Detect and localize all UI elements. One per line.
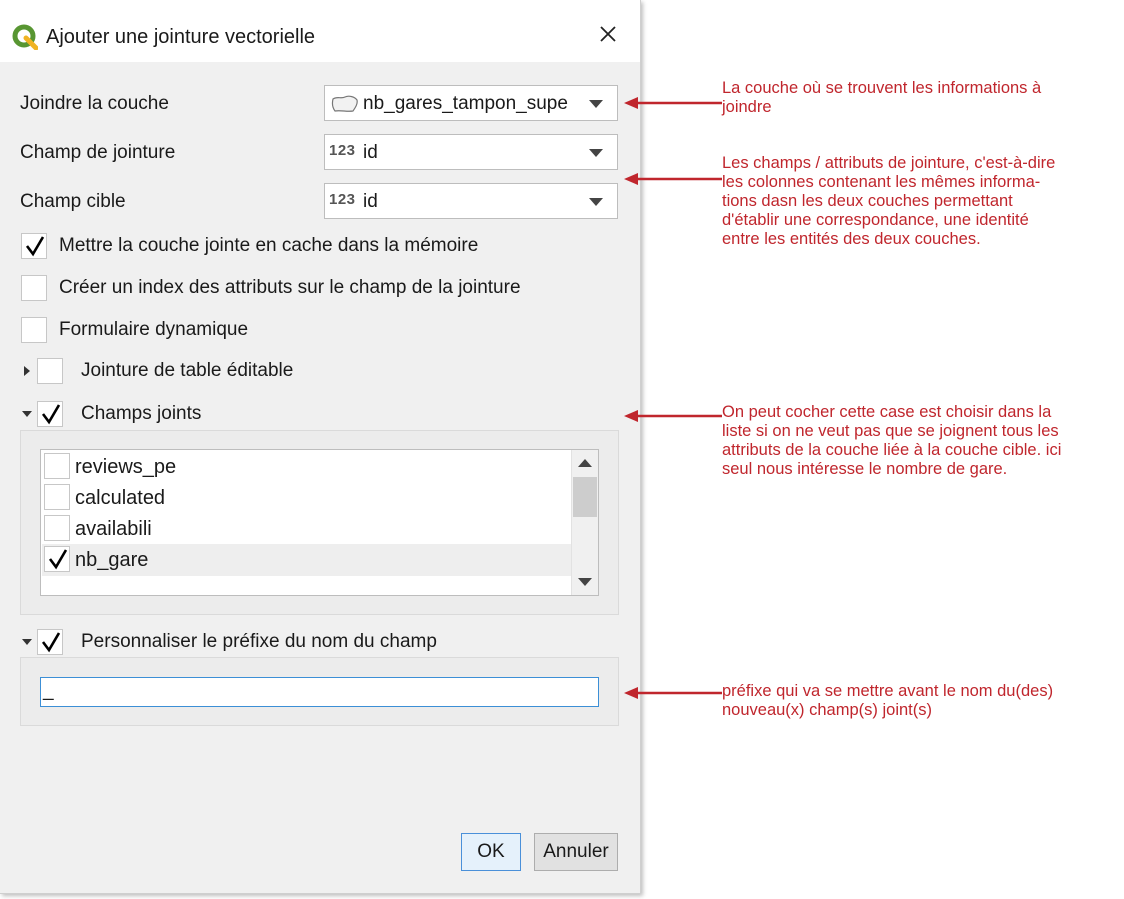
collapse-arrow-icon[interactable] — [22, 411, 32, 417]
list-item[interactable]: nb_gare — [42, 544, 572, 576]
custom-prefix-checkbox[interactable] — [37, 629, 63, 655]
fields-list[interactable]: reviews_pe calculated availabili nb_gare — [40, 449, 599, 596]
dynamic-form-checkbox[interactable] — [21, 317, 47, 343]
checkmark-icon — [25, 236, 45, 257]
qgis-icon — [12, 24, 38, 50]
index-label: Créer un index des attributs sur le cham… — [59, 277, 521, 298]
joined-fields-label: Champs joints — [81, 403, 202, 424]
list-item[interactable]: calculated — [42, 482, 572, 514]
join-field-value: id — [363, 142, 378, 163]
dynamic-form-label: Formulaire dynamique — [59, 319, 249, 340]
field-name: reviews_pe — [75, 456, 177, 478]
field-name: calculated — [75, 487, 166, 509]
field-name: availabili — [75, 518, 152, 540]
annotation-arrow — [624, 687, 722, 699]
annotation-joined: On peut cocher cette case est choisir da… — [722, 403, 1062, 478]
target-field-combo[interactable]: 123 id — [324, 183, 618, 219]
field-checkbox[interactable] — [44, 546, 70, 572]
join-layer-combo[interactable]: nb_gares_tampon_supe — [324, 85, 618, 121]
list-item[interactable]: availabili — [42, 513, 572, 545]
scroll-up-icon[interactable] — [578, 459, 592, 467]
joined-fields-checkbox[interactable] — [37, 401, 63, 427]
cache-label: Mettre la couche jointe en cache dans la… — [59, 235, 479, 256]
checkmark-icon — [41, 632, 61, 653]
target-field-label: Champ cible — [20, 191, 126, 212]
expand-arrow-icon[interactable] — [24, 366, 30, 376]
target-field-value: id — [363, 191, 378, 212]
join-field-label: Champ de jointure — [20, 142, 176, 163]
custom-prefix-label: Personnaliser le préfixe du nom du champ — [81, 631, 437, 652]
join-field-combo[interactable]: 123 id — [324, 134, 618, 170]
field-checkbox[interactable] — [44, 515, 70, 541]
join-layer-label: Joindre la couche — [20, 93, 169, 114]
editable-join-checkbox[interactable] — [37, 358, 63, 384]
chevron-down-icon — [589, 100, 603, 108]
annotation-arrow — [624, 410, 722, 422]
numeric-field-icon: 123 — [329, 191, 356, 208]
annotation-fields: Les champs / attributs de jointure, c'es… — [722, 154, 1056, 248]
checkmark-icon — [41, 404, 61, 425]
annotation-arrow — [624, 173, 722, 185]
field-checkbox[interactable] — [44, 453, 70, 479]
checkmark-icon — [48, 549, 68, 570]
list-item[interactable]: reviews_pe — [42, 451, 572, 483]
cache-checkbox[interactable] — [21, 233, 47, 259]
field-checkbox[interactable] — [44, 484, 70, 510]
prefix-input[interactable]: _ — [40, 677, 599, 707]
ok-button[interactable]: OK — [461, 833, 521, 871]
close-icon[interactable] — [594, 20, 622, 48]
editable-join-label: Jointure de table éditable — [81, 360, 294, 381]
annotation-layer: La couche où se trouvent les information… — [722, 79, 1042, 116]
annotation-prefix: préfixe qui va se mettre avant le nom du… — [722, 682, 1054, 719]
chevron-down-icon — [589, 198, 603, 206]
scroll-thumb[interactable] — [573, 477, 597, 517]
title-bar: Ajouter une jointure vectorielle — [0, 0, 640, 62]
polygon-layer-icon — [331, 95, 358, 112]
numeric-field-icon: 123 — [329, 142, 356, 159]
annotation-arrow — [624, 97, 722, 109]
cancel-button[interactable]: Annuler — [534, 833, 618, 871]
dialog-title: Ajouter une jointure vectorielle — [46, 26, 316, 48]
collapse-arrow-icon[interactable] — [22, 639, 32, 645]
field-name: nb_gare — [75, 549, 149, 571]
index-checkbox[interactable] — [21, 275, 47, 301]
chevron-down-icon — [589, 149, 603, 157]
scroll-down-icon[interactable] — [578, 578, 592, 586]
list-scrollbar[interactable] — [571, 450, 598, 595]
join-dialog: Ajouter une jointure vectorielle Joindre… — [0, 0, 641, 894]
join-layer-value: nb_gares_tampon_supe — [363, 93, 568, 114]
